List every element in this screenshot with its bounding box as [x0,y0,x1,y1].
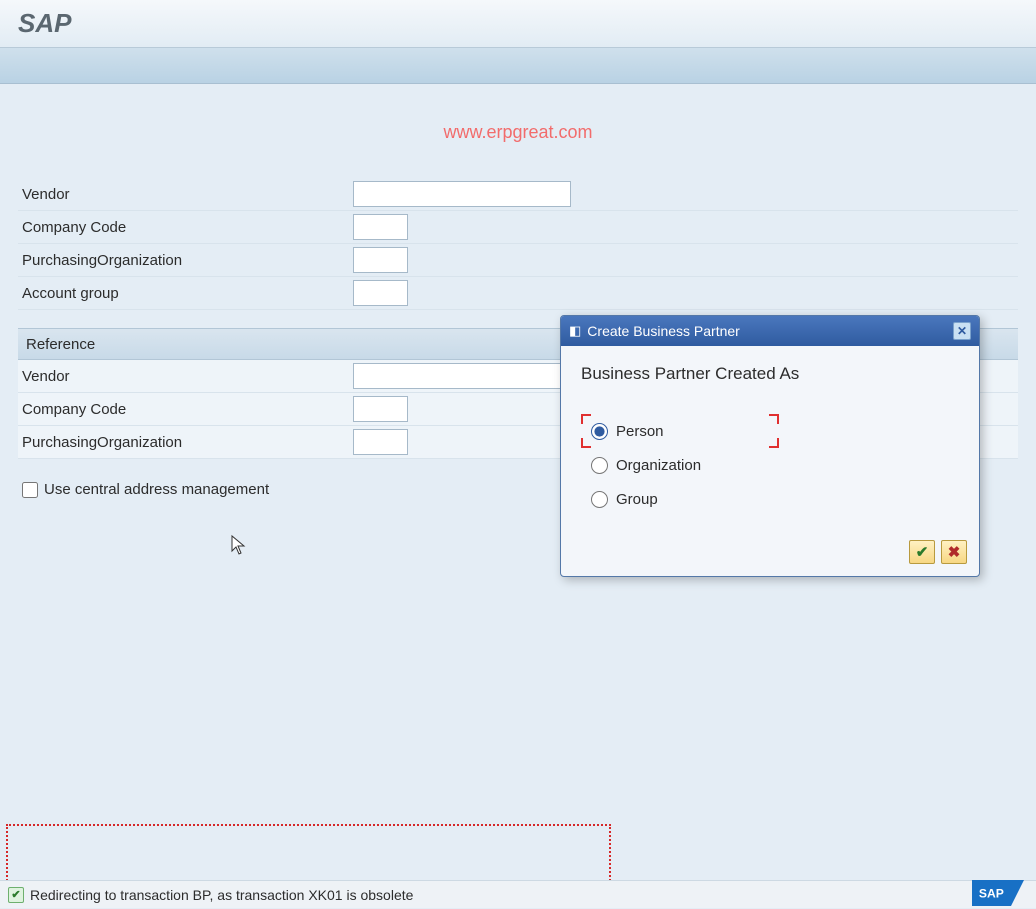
dialog-icon: ◧ [569,323,581,339]
central-address-checkbox[interactable] [22,482,38,498]
watermark-text: www.erpgreat.com [18,102,1018,178]
svg-text:SAP: SAP [979,886,1004,900]
cursor-icon [230,534,248,561]
purch-org-row: PurchasingOrganization [18,244,1018,277]
radio-organization-label: Organization [616,457,701,474]
create-bp-dialog: ◧ Create Business Partner ✕ Business Par… [560,315,980,577]
app-title: SAP [18,8,71,39]
ref-vendor-input[interactable] [353,363,571,389]
status-bar: ✔ Redirecting to transaction BP, as tran… [0,880,1036,908]
ref-vendor-label: Vendor [18,368,353,385]
purch-org-label: PurchasingOrganization [18,252,353,269]
account-group-row: Account group [18,277,1018,310]
dialog-titlebar[interactable]: ◧ Create Business Partner ✕ [561,316,979,346]
focus-bracket-icon [581,414,591,424]
dialog-cancel-button[interactable]: ✖ [941,540,967,564]
ref-purch-org-input[interactable] [353,429,408,455]
header-bar: SAP [0,0,1036,48]
dialog-ok-button[interactable]: ✔ [909,540,935,564]
ref-company-code-label: Company Code [18,401,353,418]
account-group-input[interactable] [353,280,408,306]
account-group-label: Account group [18,285,353,302]
status-message: Redirecting to transaction BP, as transa… [30,887,413,903]
radio-person-label: Person [616,423,664,440]
purch-org-input[interactable] [353,247,408,273]
radio-group-label: Group [616,491,658,508]
company-code-label: Company Code [18,219,353,236]
vendor-label: Vendor [18,186,353,203]
ref-purch-org-label: PurchasingOrganization [18,434,353,451]
dialog-close-button[interactable]: ✕ [953,322,971,340]
dialog-title-text: Create Business Partner [587,323,953,339]
main-form: Vendor Company Code PurchasingOrganizati… [18,178,1018,310]
radio-group-row: Group [591,482,959,516]
bp-type-radio-group: Person Organization Group [581,414,959,516]
dialog-heading: Business Partner Created As [581,364,959,384]
vendor-input[interactable] [353,181,571,207]
dialog-button-bar: ✔ ✖ [561,530,979,576]
radio-group[interactable] [591,491,608,508]
focus-bracket-icon [769,438,779,448]
vendor-row: Vendor [18,178,1018,211]
radio-person[interactable] [591,423,608,440]
success-icon: ✔ [8,887,24,903]
central-address-label: Use central address management [44,481,269,498]
focus-bracket-icon [581,438,591,448]
radio-organization-row: Organization [591,448,959,482]
dialog-body: Business Partner Created As Person Organ… [561,346,979,530]
radio-organization[interactable] [591,457,608,474]
toolbar-strip [0,48,1036,84]
radio-person-row: Person [591,414,959,448]
sap-logo: SAP [972,880,1024,906]
company-code-input[interactable] [353,214,408,240]
focus-bracket-icon [769,414,779,424]
company-code-row: Company Code [18,211,1018,244]
ref-company-code-input[interactable] [353,396,408,422]
